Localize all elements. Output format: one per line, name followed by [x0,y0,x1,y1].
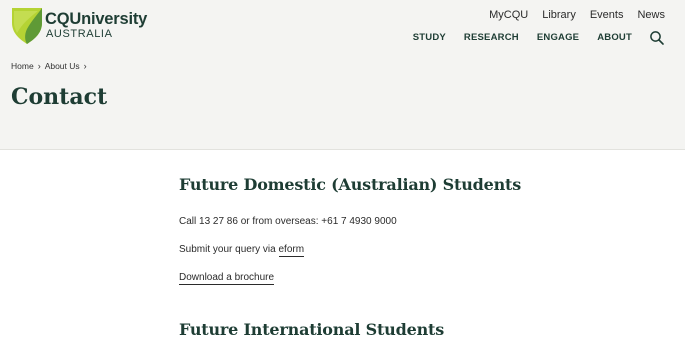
search-button[interactable] [649,30,665,46]
nav-about[interactable]: ABOUT [597,32,632,43]
domestic-query-line: Submit your query via eform [179,244,305,257]
main-content: Future Domestic (Australian) Students Ca… [179,175,659,339]
breadcrumb-home[interactable]: Home [11,61,34,71]
utility-link-library[interactable]: Library [542,9,576,21]
eform-link[interactable]: eform [278,244,305,257]
logo-subtext: AUSTRALIA [46,28,113,40]
domestic-heading: Future Domestic (Australian) Students [179,175,522,194]
nav-research[interactable]: RESEARCH [464,32,519,43]
shield-logo-icon [12,8,42,44]
chevron-right-icon: › [37,61,41,71]
download-brochure-link[interactable]: Download a brochure [179,272,275,285]
chevron-right-icon: › [83,61,87,71]
brochure-line: Download a brochure [179,272,275,285]
international-heading: Future International Students [179,320,444,339]
page-title: Contact [11,84,108,110]
breadcrumb: Home › About Us › [11,61,87,71]
search-icon [650,31,664,45]
cqu-logo[interactable]: CQUniversity AUSTRALIA [11,7,151,47]
utility-link-news[interactable]: News [637,9,665,21]
site-header: CQUniversity AUSTRALIA MyCQU Library Eve… [0,0,685,150]
utility-link-mycqu[interactable]: MyCQU [489,9,528,21]
domestic-phone-text: Call 13 27 86 or from overseas: +61 7 49… [179,216,397,227]
breadcrumb-about-us[interactable]: About Us [45,61,80,71]
utility-nav: MyCQU Library Events News [489,9,665,21]
query-prefix: Submit your query via [179,244,279,255]
nav-study[interactable]: STUDY [413,32,446,43]
logo-wordmark: CQUniversity [45,10,148,28]
main-nav: STUDY RESEARCH ENGAGE ABOUT [413,32,632,43]
utility-link-events[interactable]: Events [590,9,624,21]
nav-engage[interactable]: ENGAGE [537,32,579,43]
